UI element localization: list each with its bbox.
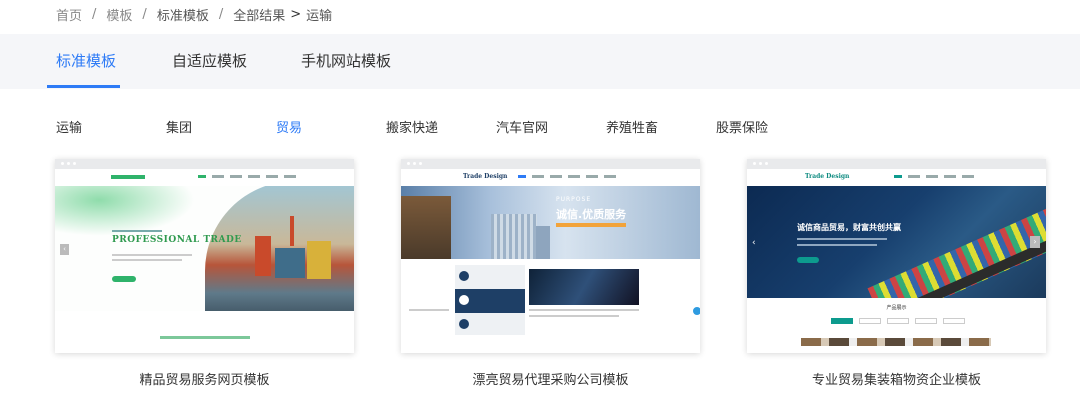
tab-mobile-templates[interactable]: 手机网站模板: [301, 34, 391, 89]
chevron-right-icon: ›: [1030, 236, 1040, 248]
chevron-left-icon: ‹: [752, 238, 756, 248]
preview-hero: 诚信商品贸易，财富共创共赢 ‹ ›: [747, 186, 1046, 298]
chevron-left-icon: ‹: [60, 244, 69, 255]
preview-hero: PURPOSE 诚信.优质服务: [401, 186, 700, 259]
chat-icon: [693, 307, 700, 315]
browser-chrome: [747, 159, 1046, 169]
template-card-3-title[interactable]: 专业贸易集装箱物资企业模板: [747, 369, 1046, 388]
category-auto[interactable]: 汽车官网: [496, 117, 548, 136]
preview-footer-text: [160, 336, 250, 339]
preview-hero-heading: PROFESSIONAL TRADE: [112, 235, 242, 245]
preview-content: [401, 259, 700, 353]
category-moving-express[interactable]: 搬家快递: [386, 117, 438, 136]
preview-logo: [111, 175, 145, 179]
preview-hero: PROFESSIONAL TRADE ‹: [55, 186, 354, 311]
breadcrumb-separator: /: [142, 6, 147, 22]
category-group[interactable]: 集团: [166, 117, 192, 136]
preview-cta-button: [112, 276, 136, 282]
preview-cta-button: [797, 257, 819, 263]
preview-logo: Trade Design: [463, 173, 508, 180]
breadcrumb-templates[interactable]: 模板: [106, 5, 132, 24]
breadcrumb-all-results[interactable]: 全部结果: [233, 5, 285, 24]
preview-nav: Trade Design: [747, 169, 1046, 186]
preview-nav: [55, 169, 354, 186]
preview-nav: Trade Design: [401, 169, 700, 186]
template-card-2[interactable]: Trade Design PURPOSE 诚信.优质服务: [401, 159, 700, 353]
preview-hero-sub: PURPOSE: [556, 196, 592, 203]
preview-hero-heading: 诚信商品贸易，财富共创共赢: [797, 223, 901, 232]
breadcrumb-separator: /: [92, 6, 97, 22]
category-stock-insurance[interactable]: 股票保险: [716, 117, 768, 136]
template-type-tabs: 标准模板 自适应模板 手机网站模板: [0, 34, 1080, 89]
preview-nav-links: [894, 175, 974, 178]
preview-section-label: 产品展示: [886, 305, 907, 311]
preview-nav-links: [518, 175, 616, 178]
template-card-2-title[interactable]: 漂亮贸易代理采购公司模板: [401, 369, 700, 388]
breadcrumb-current: 运输: [306, 8, 333, 24]
breadcrumb-separator: /: [218, 6, 224, 22]
preview-content: 产品展示: [747, 298, 1046, 353]
browser-chrome: [55, 159, 354, 169]
category-livestock[interactable]: 养殖牲畜: [606, 117, 658, 136]
tab-standard-templates[interactable]: 标准模板: [56, 34, 116, 89]
breadcrumb-standard-templates[interactable]: 标准模板: [157, 5, 209, 24]
browser-chrome: [401, 159, 700, 169]
breadcrumb: 首页 / 模板 / 标准模板 / 全部结果 > 运输: [56, 5, 333, 24]
breadcrumb-home[interactable]: 首页: [56, 5, 82, 24]
template-card-1[interactable]: PROFESSIONAL TRADE ‹: [55, 159, 354, 353]
category-transport[interactable]: 运输: [56, 117, 82, 136]
preview-nav-links: [198, 175, 296, 178]
breadcrumb-arrow: >: [290, 6, 302, 22]
tab-responsive-templates[interactable]: 自适应模板: [172, 34, 247, 89]
template-card-1-title[interactable]: 精品贸易服务网页模板: [55, 369, 354, 388]
template-card-3[interactable]: Trade Design 诚信商品贸易，财富共创共赢 ‹ › 产品展示: [747, 159, 1046, 353]
category-trade[interactable]: 贸易: [276, 117, 302, 136]
preview-hero-heading: 诚信.优质服务: [556, 208, 627, 221]
active-tab-indicator: [47, 85, 120, 88]
preview-logo: Trade Design: [805, 173, 850, 180]
